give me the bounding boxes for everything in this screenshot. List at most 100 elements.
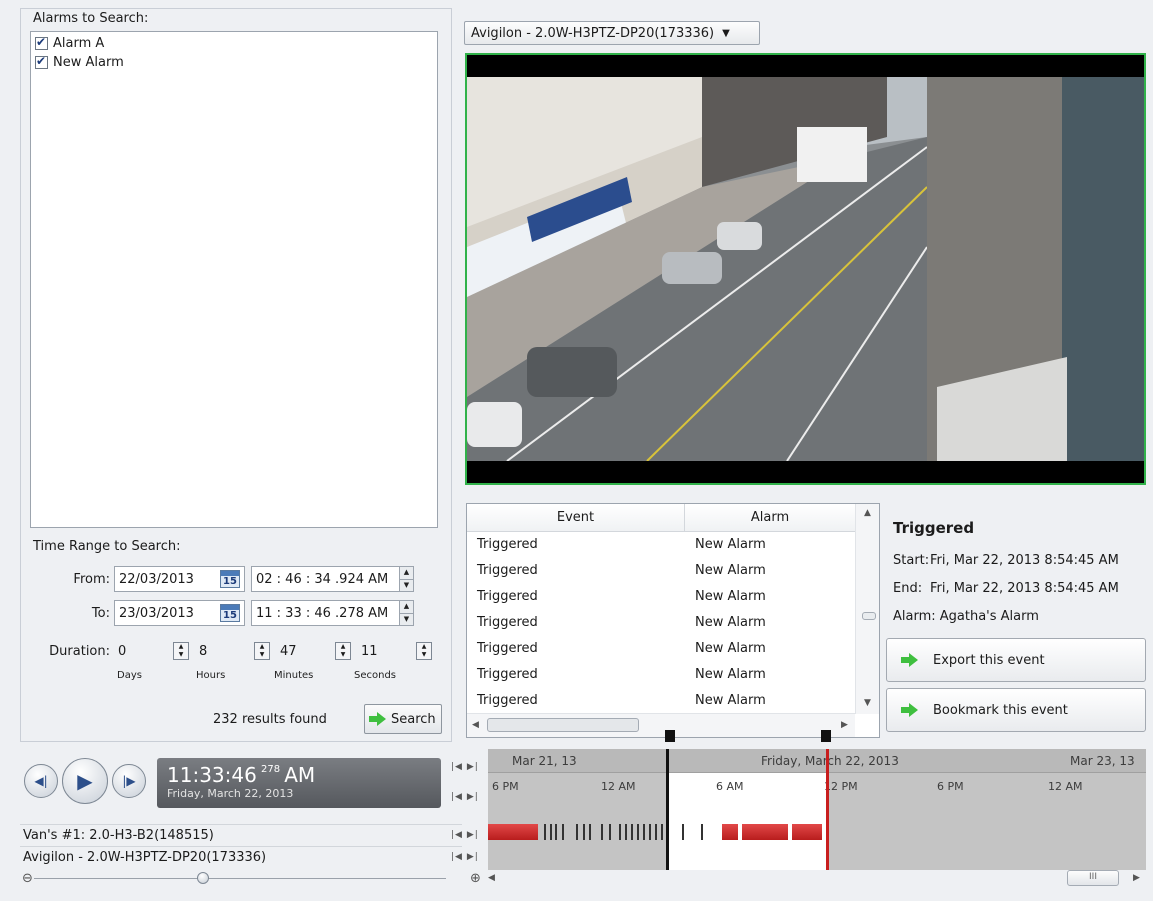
current-time-ampm: AM — [284, 763, 316, 787]
table-row[interactable]: Triggered New Alarm — [467, 532, 879, 558]
zoom-in-icon[interactable]: ⊕ — [470, 871, 481, 886]
camera-row[interactable]: Avigilon - 2.0W-H3PTZ-DP20(173336) — [20, 846, 462, 867]
table-row[interactable]: Triggered New Alarm — [467, 584, 879, 610]
timeline-tick-label: 6 AM — [716, 780, 744, 793]
alarm-cell: New Alarm — [695, 693, 766, 708]
start-label: Start: — [893, 553, 930, 568]
export-event-button[interactable]: Export this event — [886, 638, 1146, 682]
scroll-right-icon[interactable]: ▶ — [841, 720, 848, 730]
timeline-skip-start-icon[interactable]: |◀ ▶| — [451, 762, 479, 772]
minutes-unit-label: Minutes — [274, 670, 314, 681]
scroll-down-icon[interactable]: ▼ — [864, 698, 871, 708]
recording-bar — [625, 824, 627, 840]
duration-seconds-field[interactable]: 11 ▲ ▼ — [357, 638, 432, 664]
to-date-field[interactable]: 23/03/2013 15 — [114, 600, 245, 626]
recording-bar — [792, 824, 822, 840]
alarm-item-new-alarm[interactable]: New Alarm — [35, 53, 433, 72]
duration-hours-value: 8 — [199, 643, 208, 659]
video-view[interactable] — [465, 53, 1146, 485]
horizontal-scroll-thumb[interactable] — [487, 718, 639, 732]
timeline-tick-label: 12 AM — [1048, 780, 1083, 793]
recording-bar — [637, 824, 639, 840]
table-row[interactable]: Triggered New Alarm — [467, 688, 879, 714]
table-row[interactable]: Triggered New Alarm — [467, 610, 879, 636]
camera-row[interactable]: Van's #1: 2.0-H3-B2(148515) — [20, 824, 462, 845]
recording-bar — [609, 824, 611, 840]
recording-bar — [562, 824, 564, 840]
from-date-field[interactable]: 22/03/2013 15 — [114, 566, 245, 592]
search-button-label: Search — [391, 711, 436, 727]
to-time-spinner[interactable]: ▲ ▼ — [399, 601, 413, 625]
days-unit-label: Days — [117, 670, 142, 681]
table-horizontal-scrollbar[interactable]: ◀ ▶ — [467, 713, 855, 737]
to-time-field[interactable]: 11 : 33 : 46 .278 AM ▲ ▼ — [251, 600, 414, 626]
from-time-field[interactable]: 02 : 46 : 34 .924 AM ▲ ▼ — [251, 566, 414, 592]
scroll-up-icon[interactable]: ▲ — [864, 508, 871, 518]
from-time-spinner[interactable]: ▲ ▼ — [399, 567, 413, 591]
table-row[interactable]: Triggered New Alarm — [467, 636, 879, 662]
step-back-button[interactable]: ◀| — [24, 764, 58, 798]
timeline[interactable]: Mar 21, 13 Friday, March 22, 2013 Mar 23… — [488, 749, 1146, 870]
alarm-cell: New Alarm — [695, 537, 766, 552]
zoom-out-icon[interactable]: ⊖ — [22, 871, 33, 886]
green-arrow-icon — [901, 653, 919, 667]
table-vertical-scrollbar[interactable]: ▲ ▼ — [855, 504, 879, 714]
recording-bar — [550, 824, 552, 840]
column-header-alarm[interactable]: Alarm — [685, 504, 856, 531]
alarm-item-label: New Alarm — [53, 55, 124, 70]
green-arrow-icon — [901, 703, 919, 717]
duration-label: Duration: — [49, 643, 110, 659]
camera-select-value: Avigilon - 2.0W-H3PTZ-DP20(173336) — [471, 25, 715, 41]
alarm-a-checkbox[interactable] — [35, 35, 48, 50]
play-icon: ▶ — [77, 769, 93, 793]
zoom-slider-thumb[interactable] — [197, 872, 209, 884]
alarm-list[interactable]: Alarm A New Alarm — [30, 31, 438, 528]
timeline-scroll-right-icon[interactable]: ▶ — [1133, 873, 1140, 883]
zoom-slider-track[interactable] — [34, 878, 446, 879]
bookmark-event-button[interactable]: Bookmark this event — [886, 688, 1146, 732]
recording-bar — [631, 824, 633, 840]
end-value: Fri, Mar 22, 2013 8:54:45 AM — [930, 581, 1119, 596]
duration-days-spinner[interactable]: ▲ ▼ — [173, 642, 189, 660]
alarm-item-alarm-a[interactable]: Alarm A — [35, 34, 433, 53]
camera-row-nav-icon[interactable]: |◀ ▶| — [451, 852, 479, 862]
duration-days-field[interactable]: 0 ▲ ▼ — [114, 638, 189, 664]
play-button[interactable]: ▶ — [62, 758, 108, 804]
camera-select[interactable]: Avigilon - 2.0W-H3PTZ-DP20(173336) ▼ — [464, 21, 760, 45]
timeline-tick-label: 12 PM — [824, 780, 858, 793]
time-range-title: Time Range to Search: — [33, 539, 181, 554]
step-forward-icon: |▶ — [122, 774, 136, 788]
duration-hours-field[interactable]: 8 ▲ ▼ — [195, 638, 270, 664]
results-count: 232 results found — [213, 712, 327, 727]
duration-minutes-spinner[interactable]: ▲ ▼ — [335, 642, 351, 660]
calendar-icon[interactable]: 15 — [220, 604, 240, 622]
current-date: Friday, March 22, 2013 — [167, 787, 294, 800]
timeline-scroll-left-icon[interactable]: ◀ — [488, 873, 495, 883]
timeline-date-label: Friday, March 22, 2013 — [761, 754, 899, 768]
scroll-left-icon[interactable]: ◀ — [472, 720, 479, 730]
timeline-end-marker[interactable] — [826, 749, 829, 870]
duration-hours-spinner[interactable]: ▲ ▼ — [254, 642, 270, 660]
event-start-line: Start:Fri, Mar 22, 2013 8:54:45 AM — [893, 553, 1119, 568]
search-button[interactable]: Search — [364, 704, 442, 734]
duration-seconds-spinner[interactable]: ▲ ▼ — [416, 642, 432, 660]
timeline-scroll-thumb[interactable]: III — [1067, 870, 1119, 886]
start-marker-handle[interactable] — [665, 730, 675, 742]
timeline-skip-end-icon[interactable]: |◀ ▶| — [451, 792, 479, 802]
events-table[interactable]: Event Alarm Triggered New Alarm Triggered… — [466, 503, 880, 738]
duration-minutes-field[interactable]: 47 ▲ ▼ — [276, 638, 351, 664]
timeline-start-marker[interactable] — [666, 749, 669, 870]
recording-bar — [701, 824, 703, 840]
step-forward-button[interactable]: |▶ — [112, 764, 146, 798]
calendar-icon[interactable]: 15 — [220, 570, 240, 588]
end-marker-handle[interactable] — [821, 730, 831, 742]
vertical-scroll-thumb[interactable] — [862, 612, 876, 620]
duration-days-value: 0 — [118, 643, 127, 659]
recording-bar — [555, 824, 557, 840]
column-header-event[interactable]: Event — [467, 504, 685, 531]
table-row[interactable]: Triggered New Alarm — [467, 662, 879, 688]
new-alarm-checkbox[interactable] — [35, 54, 48, 69]
camera-row-nav-icon[interactable]: |◀ ▶| — [451, 830, 479, 840]
recording-bar — [655, 824, 657, 840]
table-row[interactable]: Triggered New Alarm — [467, 558, 879, 584]
